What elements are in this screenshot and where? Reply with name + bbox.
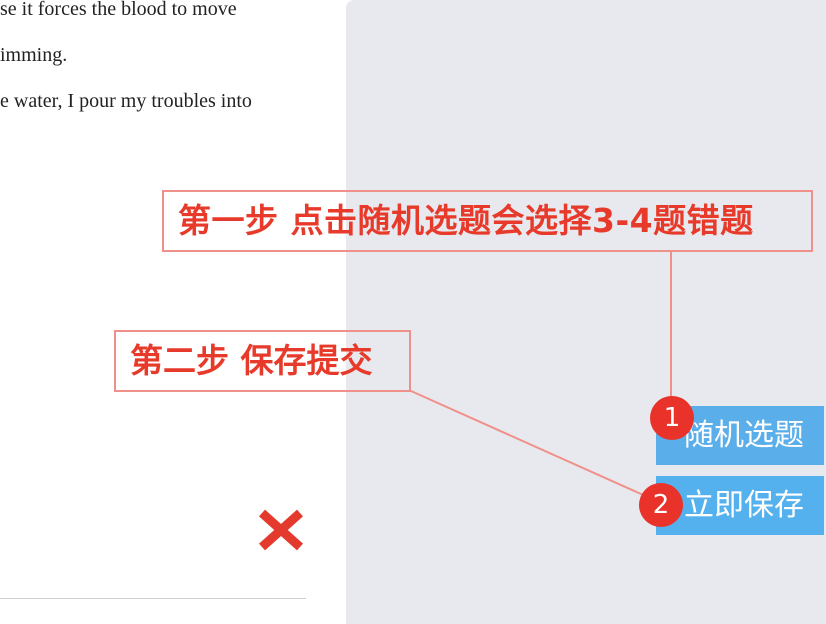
step2-badge: 2	[639, 483, 683, 527]
step1-badge: 1	[650, 396, 694, 440]
divider	[0, 598, 306, 599]
step1-callout: 第一步 点击随机选题会选择3-4题错题	[162, 190, 813, 252]
passage-panel: se it forces the blood to move imming. e…	[0, 0, 346, 624]
passage-line: imming.	[0, 44, 68, 66]
passage-line: se it forces the blood to move	[0, 0, 237, 20]
passage-line: e water, I pour my troubles into	[0, 90, 252, 112]
red-x-icon	[254, 503, 310, 559]
step2-callout: 第二步 保存提交	[114, 330, 411, 392]
